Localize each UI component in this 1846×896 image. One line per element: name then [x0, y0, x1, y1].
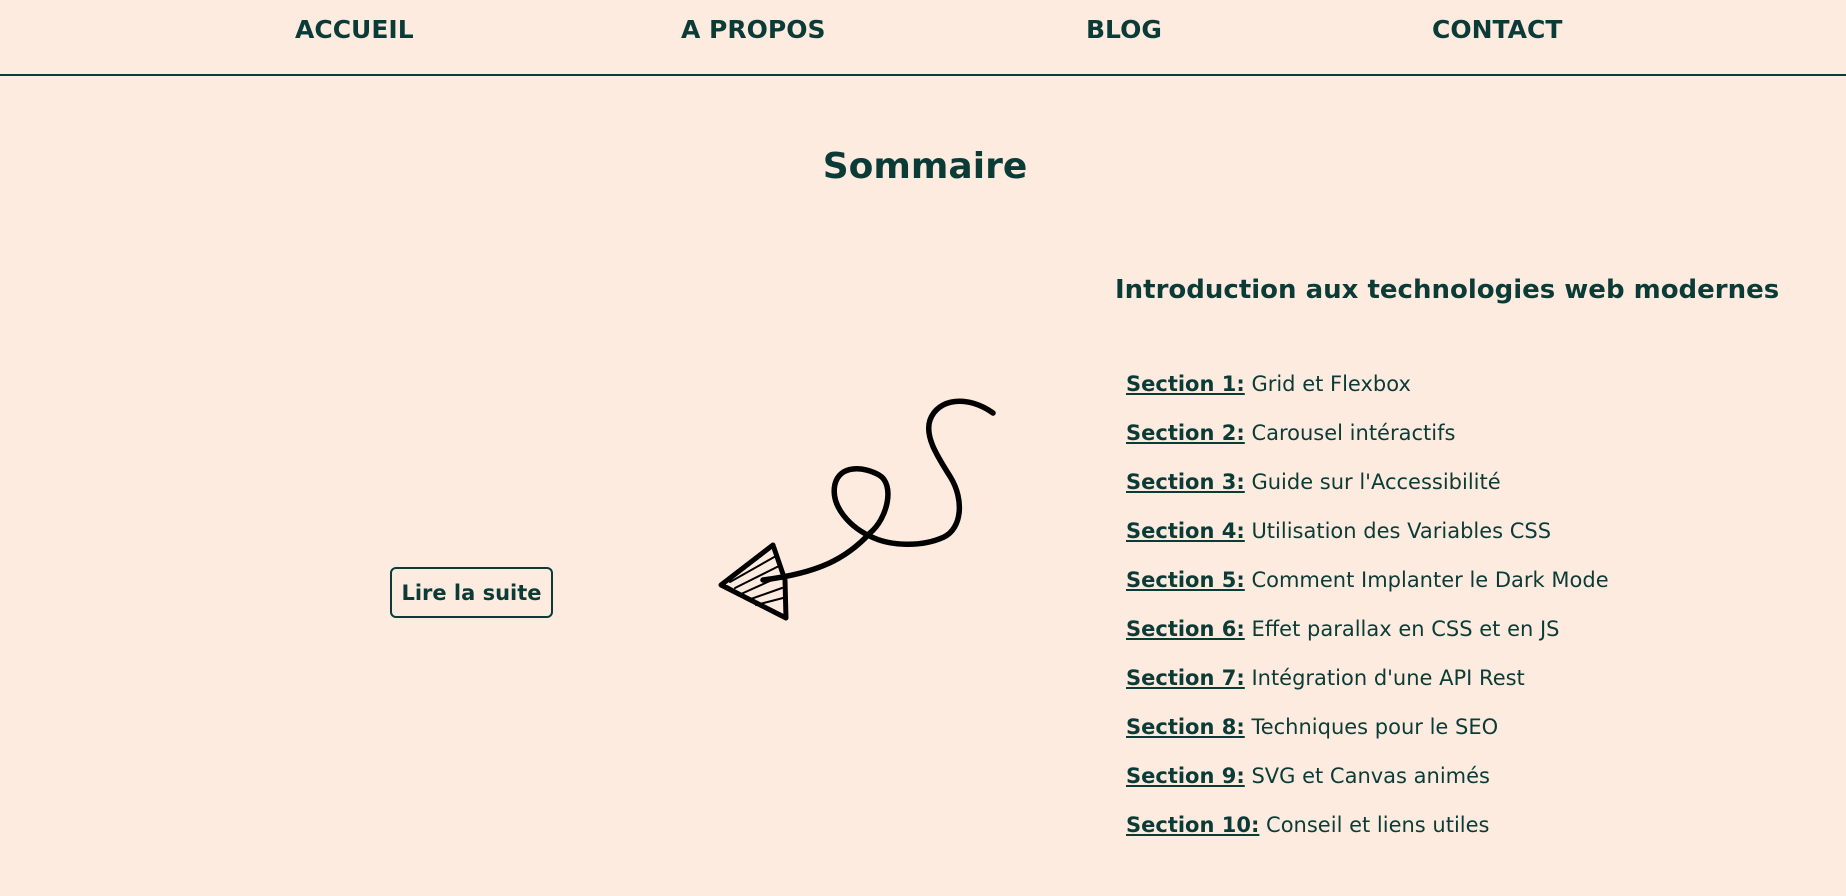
toc-heading: Introduction aux technologies web modern… [1115, 275, 1780, 305]
section-9-title: SVG et Canvas animés [1244, 764, 1490, 788]
section-6-link[interactable]: Section 6: [1126, 617, 1245, 641]
list-item: Section 7: Intégration d'une API Rest [1126, 660, 1609, 709]
section-8-title: Techniques pour le SEO [1244, 715, 1499, 739]
section-1-link[interactable]: Section 1: [1126, 372, 1245, 396]
section-10-link[interactable]: Section 10: [1126, 813, 1259, 837]
section-4-title: Utilisation des Variables CSS [1244, 519, 1552, 543]
list-item: Section 2: Carousel intéractifs [1126, 415, 1609, 464]
section-7-title: Intégration d'une API Rest [1244, 666, 1525, 690]
section-2-title: Carousel intéractifs [1244, 421, 1456, 445]
section-5-link[interactable]: Section 5: [1126, 568, 1245, 592]
section-8-link[interactable]: Section 8: [1126, 715, 1245, 739]
nav-link-accueil[interactable]: ACCUEIL [295, 15, 414, 44]
list-item: Section 4: Utilisation des Variables CSS [1126, 513, 1609, 562]
section-9-link[interactable]: Section 9: [1126, 764, 1245, 788]
read-more-button[interactable]: Lire la suite [390, 567, 553, 618]
nav-link-blog[interactable]: BLOG [1086, 15, 1162, 44]
table-of-contents: Section 1: Grid et Flexbox Section 2: Ca… [1126, 366, 1609, 856]
list-item: Section 3: Guide sur l'Accessibilité [1126, 464, 1609, 513]
section-3-link[interactable]: Section 3: [1126, 470, 1245, 494]
section-4-link[interactable]: Section 4: [1126, 519, 1245, 543]
section-2-link[interactable]: Section 2: [1126, 421, 1245, 445]
list-item: Section 8: Techniques pour le SEO [1126, 709, 1609, 758]
section-1-title: Grid et Flexbox [1244, 372, 1411, 396]
list-item: Section 9: SVG et Canvas animés [1126, 758, 1609, 807]
nav-link-a-propos[interactable]: A PROPOS [681, 15, 825, 44]
top-navigation: ACCUEIL A PROPOS BLOG CONTACT [0, 0, 1846, 76]
section-5-title: Comment Implanter le Dark Mode [1244, 568, 1609, 592]
nav-link-contact[interactable]: CONTACT [1432, 15, 1562, 44]
list-item: Section 10: Conseil et liens utiles [1126, 807, 1609, 856]
curly-arrow-left-icon [718, 398, 996, 621]
section-3-title: Guide sur l'Accessibilité [1244, 470, 1501, 494]
list-item: Section 6: Effet parallax en CSS et en J… [1126, 611, 1609, 660]
page-title: Sommaire [822, 146, 1028, 187]
section-7-link[interactable]: Section 7: [1126, 666, 1245, 690]
list-item: Section 5: Comment Implanter le Dark Mod… [1126, 562, 1609, 611]
section-10-title: Conseil et liens utiles [1259, 813, 1490, 837]
section-6-title: Effet parallax en CSS et en JS [1244, 617, 1560, 641]
list-item: Section 1: Grid et Flexbox [1126, 366, 1609, 415]
